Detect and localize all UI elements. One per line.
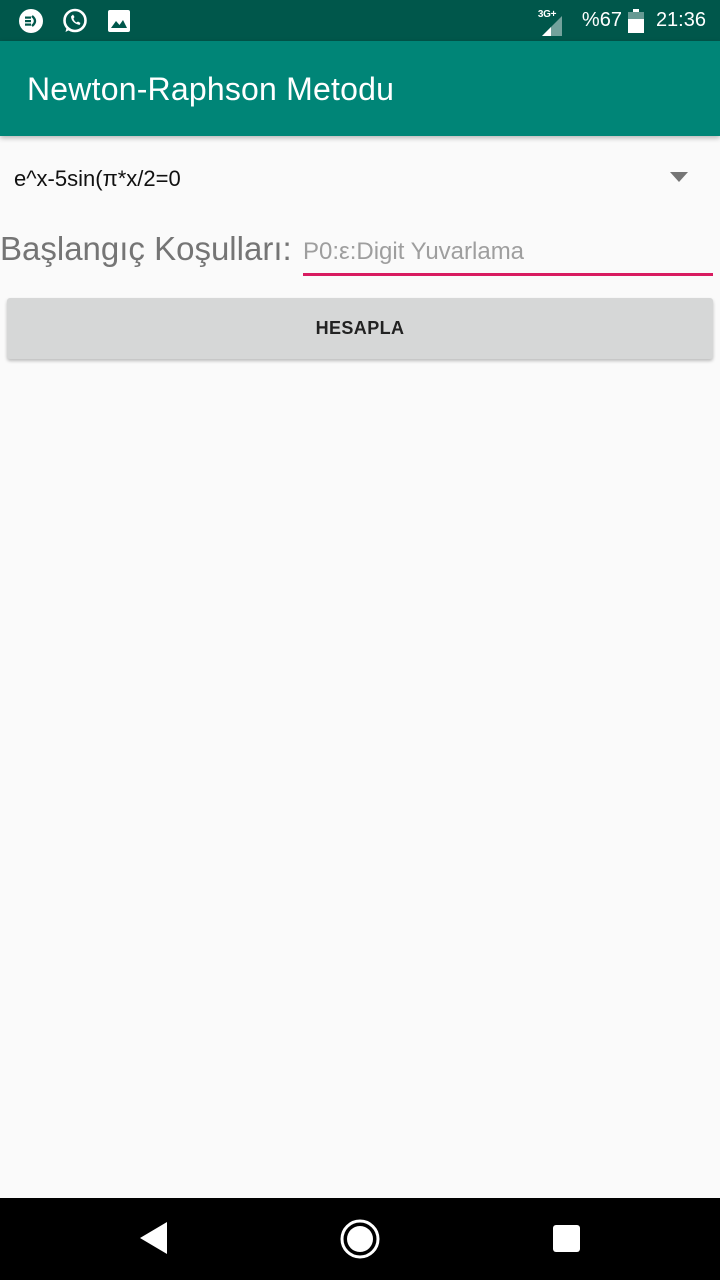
back-icon[interactable] (139, 1221, 169, 1255)
home-icon[interactable] (339, 1218, 381, 1260)
image-icon (108, 9, 130, 32)
notification-icons (18, 7, 132, 34)
network-indicator: 3G+ (538, 6, 566, 36)
initial-conditions-input[interactable] (303, 236, 713, 276)
dropdown-arrow-icon (670, 172, 688, 182)
recents-icon[interactable] (553, 1225, 580, 1252)
app-bar: Newton-Raphson Metodu (0, 41, 720, 136)
screen: 3G+ %67 21:36 Newton-Raphson Metodu e^x-… (0, 0, 720, 1280)
battery-percent: %67 (581, 9, 622, 31)
equation-spinner-value: e^x-5sin(π*x/2=0 (14, 166, 181, 191)
whatsapp-icon (63, 8, 87, 32)
clock: 21:36 (655, 9, 706, 31)
battery-icon (627, 8, 644, 33)
equation-spinner[interactable]: e^x-5sin(π*x/2=0 (0, 150, 720, 206)
navigation-bar (0, 1198, 720, 1280)
calculate-button[interactable]: HESAPLA (7, 298, 713, 359)
initial-conditions-label: Başlangıç Koşulları: (0, 230, 292, 267)
app-title: Newton-Raphson Metodu (27, 71, 395, 107)
system-indicators: 3G+ %67 21:36 (538, 0, 706, 41)
status-bar: 3G+ %67 21:36 (0, 0, 720, 41)
messenger-icon (19, 8, 43, 33)
signal-icon (541, 15, 562, 36)
